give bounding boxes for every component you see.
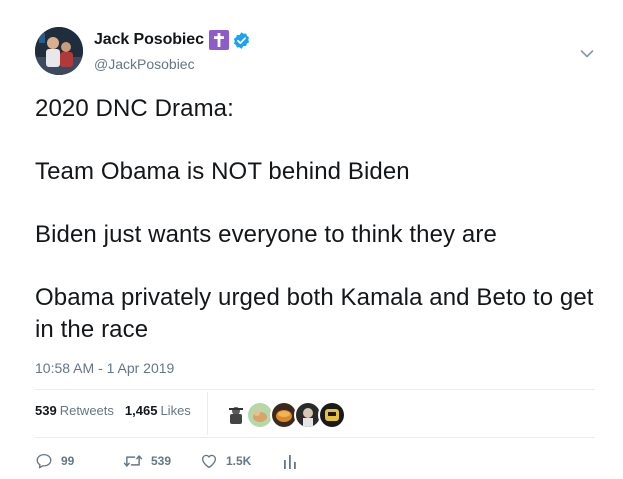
tweet-line: 2020 DNC Drama:	[35, 95, 234, 122]
chevron-down-icon[interactable]	[580, 46, 594, 58]
analytics-icon	[282, 452, 298, 470]
reply-icon	[35, 452, 53, 470]
retweet-button[interactable]: 539	[123, 452, 200, 470]
retweet-icon	[123, 452, 143, 470]
tweet-card: Jack Posobiec @JackPosobiec 2020 DNC Dra…	[0, 0, 623, 479]
retweets-count: 539	[35, 403, 57, 418]
divider	[35, 389, 595, 390]
like-count: 1.5K	[226, 454, 252, 468]
divider	[35, 437, 595, 438]
liker-avatars	[222, 401, 346, 429]
tweet-line: Team Obama is NOT behind Biden	[35, 158, 410, 185]
likes-count: 1,465	[124, 403, 158, 418]
retweets-label: Retweets	[59, 403, 114, 418]
tweet-actions: 99 539 1.5K	[35, 452, 298, 470]
analytics-button[interactable]	[282, 452, 298, 470]
liker-avatar[interactable]	[318, 401, 346, 429]
tweet-text: 2020 DNC Drama: Team Obama is NOT behind…	[35, 93, 605, 346]
tweet-line: Obama privately urged both Kamala and Be…	[35, 284, 594, 343]
cross-icon	[208, 30, 229, 50]
reply-button[interactable]: 99	[35, 452, 123, 470]
tweet-line: Biden just wants everyone to think they …	[35, 221, 497, 248]
retweets-stat[interactable]: 539 Retweets	[35, 403, 114, 418]
author-handle[interactable]: @JackPosobiec	[94, 56, 251, 72]
like-button[interactable]: 1.5K	[200, 452, 282, 470]
author-display-name[interactable]: Jack Posobiec	[94, 31, 204, 49]
tweet-timestamp[interactable]: 10:58 AM - 1 Apr 2019	[35, 360, 174, 376]
reply-count: 99	[61, 454, 75, 468]
avatar[interactable]	[35, 27, 83, 75]
likes-label: Likes	[160, 403, 191, 418]
retweet-count: 539	[151, 454, 172, 468]
tweet-stats: 539 Retweets 1,465 Likes	[35, 403, 202, 418]
likes-stat[interactable]: 1,465 Likes	[125, 403, 191, 418]
author-block: Jack Posobiec @JackPosobiec	[94, 30, 251, 72]
verified-badge-icon	[232, 31, 251, 50]
heart-icon	[200, 452, 218, 470]
stats-separator	[207, 392, 208, 435]
